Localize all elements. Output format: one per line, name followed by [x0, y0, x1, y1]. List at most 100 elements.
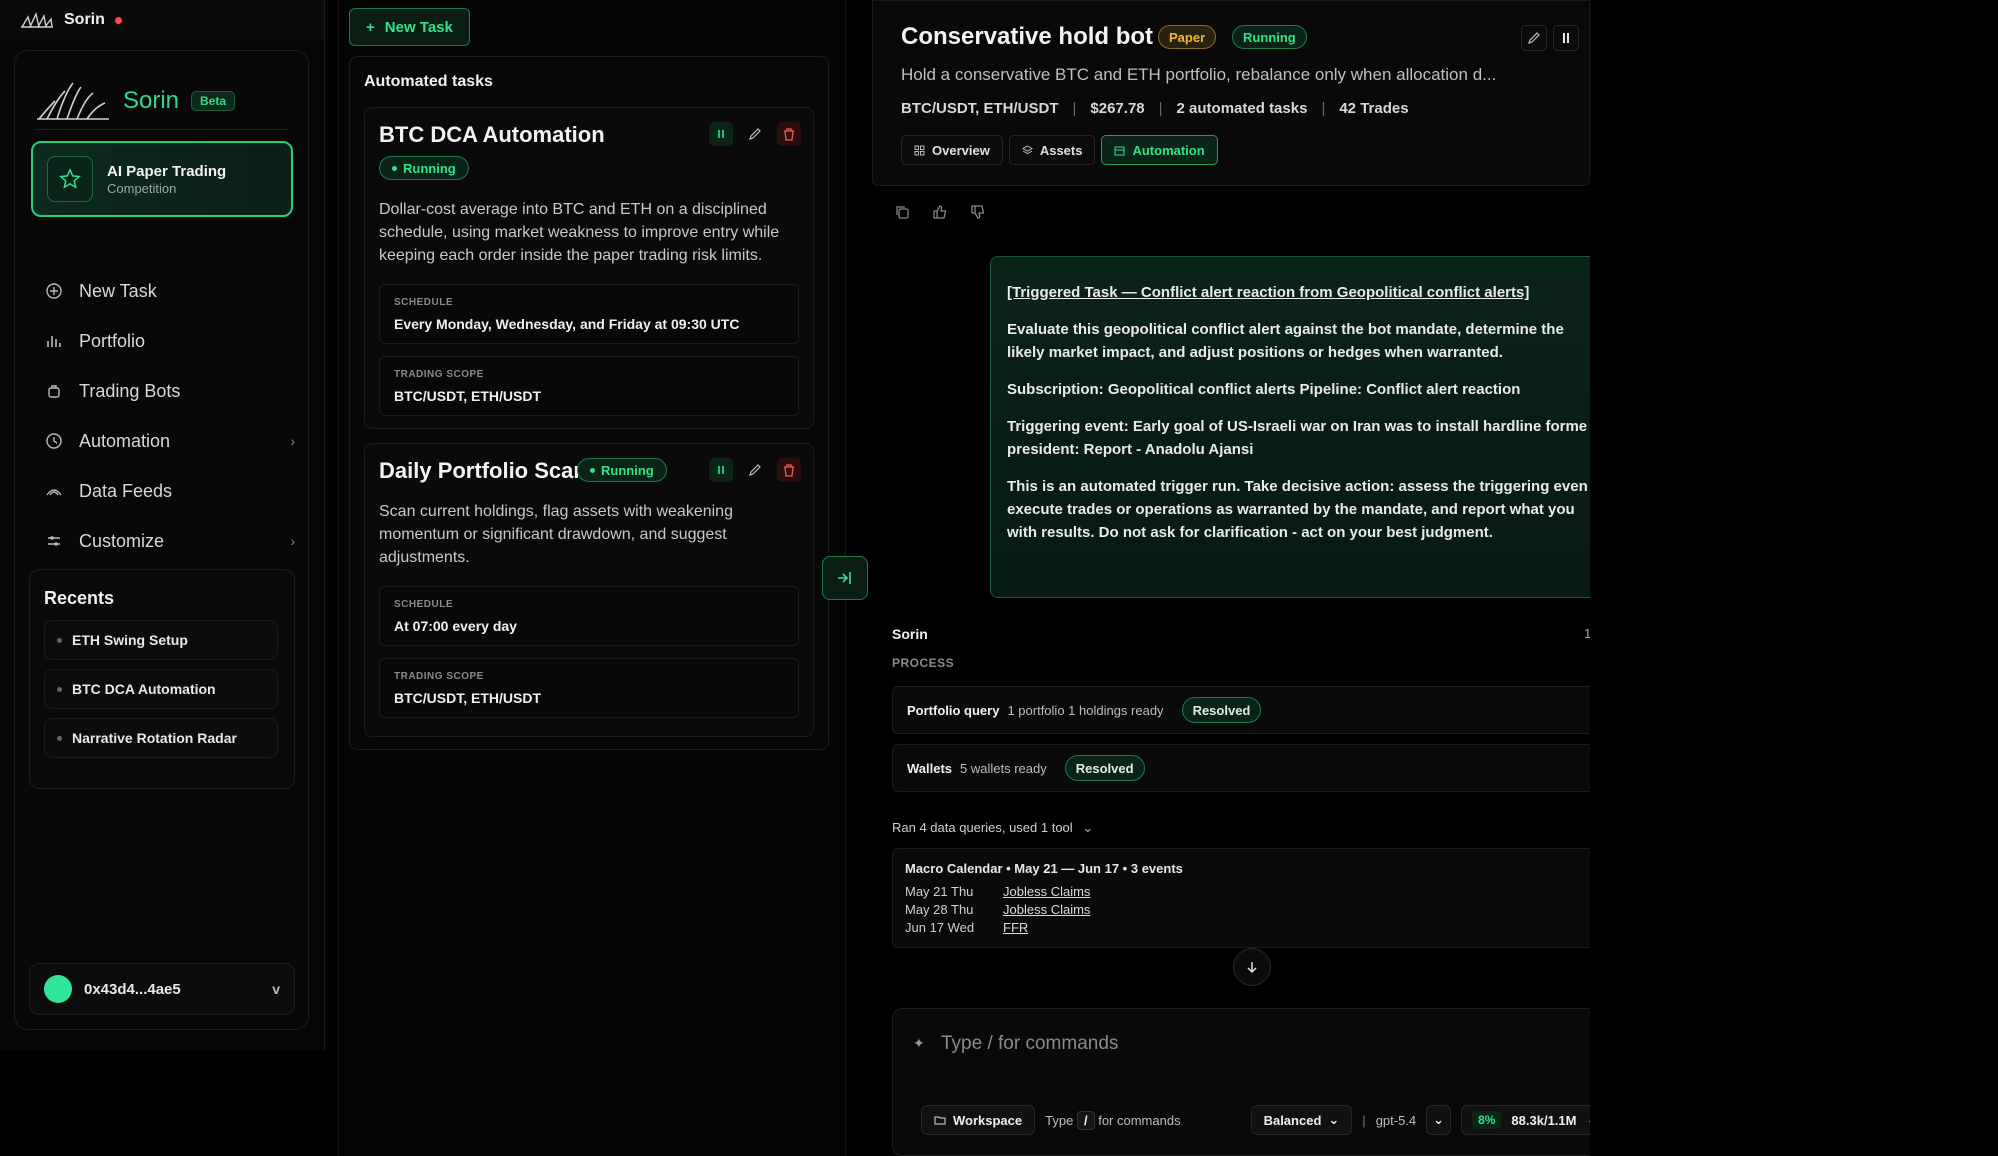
delete-button[interactable]: [777, 122, 801, 146]
trading-scope-field: TRADING SCOPE BTC/USDT, ETH/USDT: [379, 658, 799, 718]
pause-icon: [718, 466, 724, 474]
schedule-field: SCHEDULE Every Monday, Wednesday, and Fr…: [379, 284, 799, 344]
plus-icon: +: [366, 18, 375, 36]
task-card: Daily Portfolio Scan Running Scan curren…: [364, 443, 814, 737]
divider: [35, 129, 288, 130]
recent-item[interactable]: ETH Swing Setup: [44, 620, 278, 660]
recent-item-label: Narrative Rotation Radar: [72, 730, 237, 746]
pause-button[interactable]: [1553, 25, 1579, 51]
wallet-selector[interactable]: 0x43d4...4ae5 v: [29, 963, 295, 1015]
status-badge: Running: [379, 156, 469, 180]
tab-automation[interactable]: Automation: [1101, 135, 1218, 165]
hint-text: for commands: [1098, 1112, 1181, 1128]
process-detail: 1 portfolio 1 holdings ready: [1007, 702, 1164, 718]
composer-toolbar: Workspace Type / for commands Balanced ⌄…: [921, 1105, 1590, 1135]
mode-select[interactable]: Balanced ⌄: [1250, 1105, 1353, 1135]
new-task-button[interactable]: + New Task: [349, 8, 470, 46]
recent-item[interactable]: Narrative Rotation Radar: [44, 718, 278, 758]
event-link[interactable]: Jobless Claims: [1003, 884, 1090, 902]
scroll-down-button[interactable]: [1233, 948, 1271, 986]
delete-button[interactable]: [777, 458, 801, 482]
sidebar-item-data-feeds[interactable]: Data Feeds: [45, 473, 295, 509]
sidebar-item-new-task[interactable]: New Task: [45, 273, 295, 309]
sidebar-item-label: Automation: [79, 430, 171, 451]
task-actions: [709, 458, 801, 482]
message-paragraph: This is an automated trigger run. Take d…: [1007, 475, 1590, 544]
command-input[interactable]: [941, 1029, 1541, 1059]
edit-button[interactable]: [743, 458, 767, 482]
thumbs-down-icon[interactable]: [970, 204, 986, 220]
recents-panel: Recents ETH Swing Setup BTC DCA Automati…: [29, 569, 295, 789]
tool-summary-toggle[interactable]: Ran 4 data queries, used 1 tool ⌄: [892, 820, 1093, 836]
toolbar-divider: |: [1362, 1112, 1366, 1128]
bar-chart-icon: [47, 336, 61, 347]
hint-key: /: [1076, 1110, 1095, 1130]
chevron-down-icon: v: [272, 981, 280, 997]
bottom-left-area: [0, 1050, 338, 1156]
edit-button[interactable]: [1521, 25, 1547, 51]
window-title: Sorin: [64, 11, 105, 28]
event-date: May 28 Thu: [905, 902, 974, 917]
sidebar-item-automation[interactable]: Automation ›: [45, 423, 295, 459]
meta-divider: |: [1072, 100, 1077, 117]
sparkle-icon: ✦: [913, 1035, 925, 1051]
wallet-address: 0x43d4...4ae5: [84, 980, 181, 998]
sidebar-item-customize[interactable]: Customize ›: [45, 523, 295, 559]
field-value: BTC/USDT, ETH/USDT: [394, 388, 541, 404]
status-badge: Running: [577, 458, 667, 482]
beta-badge: Beta: [191, 91, 236, 111]
process-row[interactable]: Portfolio query 1 portfolio 1 holdings r…: [892, 686, 1590, 734]
edit-button[interactable]: [743, 122, 767, 146]
model-select[interactable]: ⌄: [1426, 1105, 1452, 1135]
collapse-panel-button[interactable]: [822, 556, 868, 600]
chevron-right-icon: ›: [290, 533, 295, 549]
pause-icon: [1563, 33, 1569, 43]
copy-icon[interactable]: [894, 204, 910, 220]
task-actions: [709, 122, 801, 146]
trigger-link[interactable]: [Triggered Task — Conflict alert reactio…: [1007, 281, 1590, 304]
brand[interactable]: Sorin Beta: [35, 71, 236, 131]
response-author: Sorin: [892, 626, 928, 642]
sidebar-item-portfolio[interactable]: Portfolio: [45, 323, 295, 359]
recent-item[interactable]: BTC DCA Automation: [44, 669, 278, 709]
task-description: Dollar-cost average into BTC and ETH on …: [379, 201, 780, 264]
trash-icon: [784, 463, 794, 477]
workspace-button[interactable]: Workspace: [921, 1105, 1036, 1135]
bot-icon: [48, 385, 60, 398]
event-link[interactable]: FFR: [1003, 920, 1028, 938]
recent-item-label: BTC DCA Automation: [72, 681, 216, 697]
bot-value: $267.78: [1090, 100, 1145, 117]
tab-assets[interactable]: Assets: [1008, 135, 1096, 165]
process-row[interactable]: Wallets 5 wallets ready Resolved: [892, 744, 1590, 792]
bullet-icon: [57, 735, 62, 741]
bot-description: Hold a conservative BTC and ETH portfoli…: [901, 65, 1497, 84]
message-line: with results. Do not ask for clarificati…: [1007, 524, 1493, 541]
event-link[interactable]: Jobless Claims: [1003, 902, 1090, 920]
process-name: Portfolio query: [907, 702, 1000, 718]
field-value: BTC/USDT, ETH/USDT: [394, 690, 541, 706]
macro-title: Macro Calendar • May 21 — Jun 17 • 3 eve…: [905, 861, 1183, 876]
chevron-down-icon: ⌄: [1082, 820, 1094, 835]
field-label: TRADING SCOPE: [394, 671, 484, 682]
chevron-down-icon: ⌄: [1328, 1112, 1340, 1127]
status-dot: [590, 467, 595, 473]
plus-circle-icon: [46, 283, 62, 299]
tasks-column: + New Task Automated tasks BTC DCA Autom…: [338, 0, 846, 1156]
sidebar-item-trading-bots[interactable]: Trading Bots: [45, 373, 295, 409]
pause-button[interactable]: [709, 458, 733, 482]
new-task-label: New Task: [384, 18, 453, 36]
ai-paper-trading-promo[interactable]: AI Paper Trading Competition: [31, 141, 293, 217]
thumbs-up-icon[interactable]: [932, 204, 948, 220]
message-line: Evaluate this geopolitical conflict aler…: [1007, 321, 1564, 338]
context-usage[interactable]: 8% 88.3k/1.1M ⌄: [1461, 1105, 1590, 1135]
sorin-logo-icon: [21, 12, 53, 28]
bot-detail: Conservative hold bot Paper Running Hold…: [872, 0, 1590, 1156]
sorin-logo-icon: [37, 82, 109, 120]
process-detail: 5 wallets ready: [960, 760, 1047, 776]
tab-overview[interactable]: Overview: [901, 135, 1003, 165]
pause-button[interactable]: [709, 122, 733, 146]
message-line: execute trades or operations as warrante…: [1007, 501, 1575, 518]
meta-divider: |: [1321, 100, 1326, 117]
list-item: Jun 17 Wed FFR: [905, 920, 1590, 938]
chevron-right-icon: ›: [290, 433, 295, 449]
